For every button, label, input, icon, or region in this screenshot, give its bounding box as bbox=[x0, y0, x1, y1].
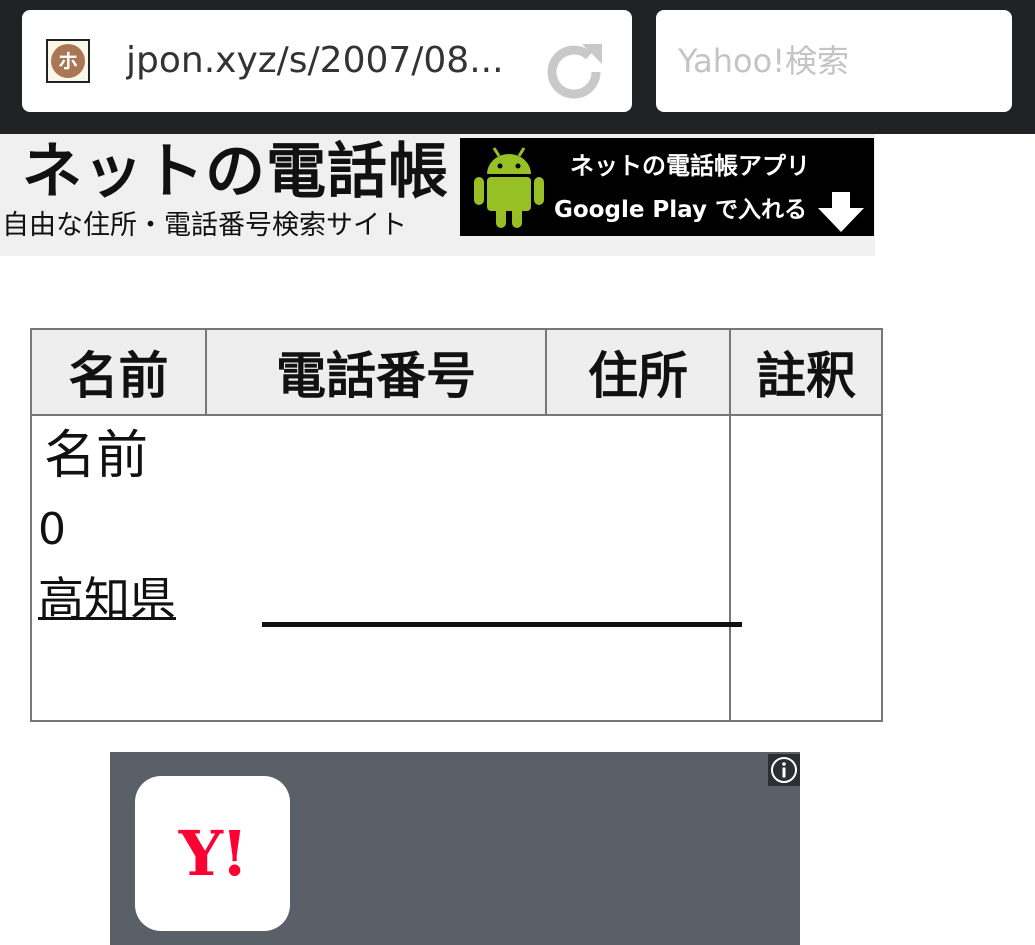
site-header: ネットの電話帳 自由な住所・電話番号検索サイト ネットの電話帳アプリ Googl… bbox=[0, 134, 875, 256]
record-phone: 0 bbox=[38, 504, 66, 555]
column-header-name: 名前 bbox=[30, 328, 207, 416]
android-robot-icon bbox=[474, 147, 544, 228]
column-header-note: 註釈 bbox=[729, 328, 883, 416]
search-input[interactable] bbox=[656, 10, 1012, 112]
banner-cta: Google Play で入れる bbox=[554, 197, 807, 223]
reload-icon[interactable] bbox=[538, 36, 610, 108]
record-cell: 名前 0 高知県 bbox=[30, 414, 742, 722]
record-note-cell bbox=[729, 414, 883, 722]
site-subtitle: 自由な住所・電話番号検索サイト bbox=[2, 210, 407, 241]
info-icon[interactable] bbox=[768, 754, 800, 786]
column-header-address: 住所 bbox=[545, 328, 731, 416]
download-arrow-icon bbox=[818, 192, 864, 232]
favicon-glyph: ホ bbox=[58, 49, 78, 73]
browser-toolbar: ホ jpon.xyz/s/2007/08... bbox=[0, 0, 1035, 134]
table-header-row: 名前 電話番号 住所 註釈 bbox=[30, 328, 883, 416]
url-text[interactable]: jpon.xyz/s/2007/08... bbox=[126, 36, 526, 86]
column-header-phone: 電話番号 bbox=[205, 328, 547, 416]
record-address-link[interactable]: 高知県 bbox=[38, 570, 176, 628]
yahoo-app-icon[interactable]: Y! bbox=[135, 776, 290, 931]
address-bar[interactable]: ホ jpon.xyz/s/2007/08... bbox=[22, 10, 632, 112]
app-download-banner[interactable]: ネットの電話帳アプリ Google Play で入れる bbox=[460, 138, 874, 236]
site-favicon-icon: ホ bbox=[46, 39, 90, 83]
banner-title: ネットの電話帳アプリ bbox=[570, 152, 810, 180]
address-underline-redacted[interactable] bbox=[262, 622, 742, 627]
results-table: 名前 電話番号 住所 註釈 名前 0 高知県 bbox=[30, 328, 883, 722]
ad-banner[interactable]: Y! bbox=[110, 752, 800, 945]
table-row: 名前 0 高知県 bbox=[30, 414, 883, 722]
yahoo-logo-text: Y! bbox=[178, 817, 248, 890]
record-name: 名前 bbox=[44, 426, 149, 486]
site-title[interactable]: ネットの電話帳 bbox=[22, 136, 449, 208]
